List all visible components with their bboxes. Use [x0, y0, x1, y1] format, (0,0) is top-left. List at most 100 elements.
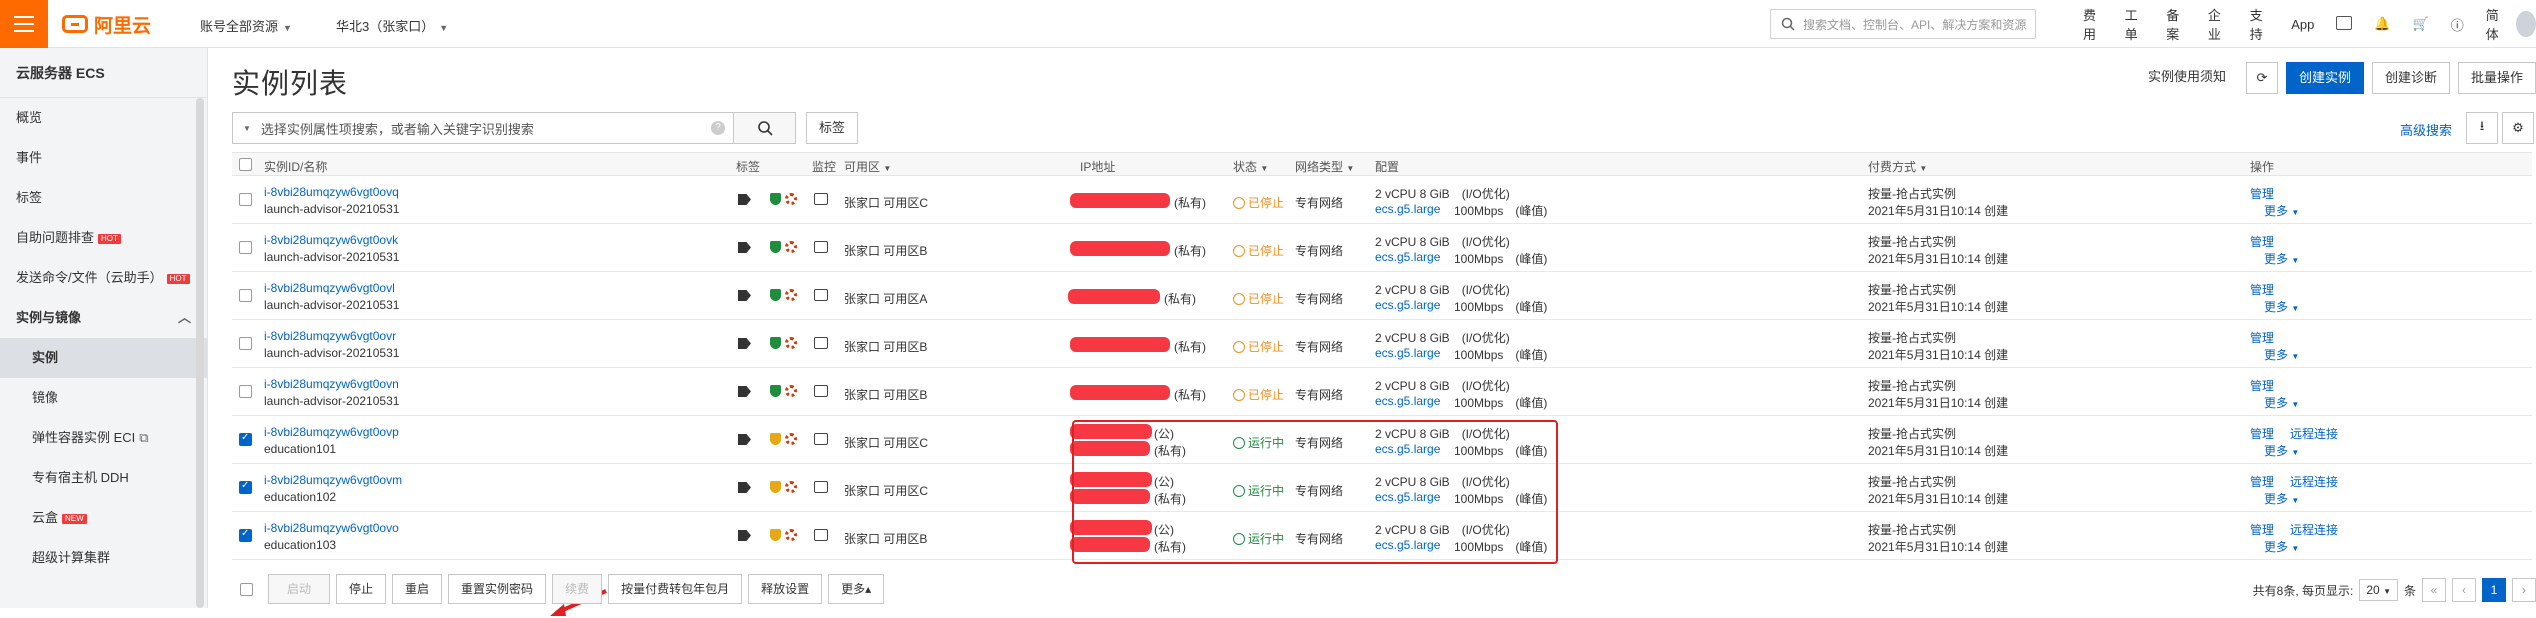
region-selector[interactable]: 华北3（张家口） ▼ — [336, 16, 448, 35]
monitor-icon[interactable] — [814, 481, 828, 493]
tag-icon[interactable] — [738, 242, 751, 253]
start-button[interactable]: 启动 — [268, 574, 331, 604]
tag-icon[interactable] — [738, 530, 751, 541]
topbar-link-enterprise[interactable]: 企业 — [2197, 5, 2239, 43]
shield-icon[interactable] — [770, 481, 781, 493]
menu-icon[interactable] — [0, 0, 48, 48]
monitor-icon[interactable] — [814, 433, 828, 445]
row-checkbox[interactable] — [239, 241, 252, 254]
instance-type-link[interactable]: ecs.g5.large — [1375, 346, 1440, 360]
plugin-icon[interactable] — [785, 385, 797, 397]
manage-link[interactable]: 管理 — [2250, 425, 2274, 442]
instance-type-link[interactable]: ecs.g5.large — [1375, 202, 1440, 216]
sidebar-item-images[interactable]: 镜像 — [0, 378, 207, 418]
column-header-network[interactable]: 网络类型 ▼ — [1295, 158, 1354, 175]
remote-connect-link[interactable]: 远程连接 — [2290, 425, 2338, 442]
plugin-icon[interactable] — [785, 337, 797, 349]
tag-filter-button[interactable]: 标签 — [806, 112, 859, 144]
topbar-link-billing[interactable]: 费用 — [2072, 5, 2114, 43]
topbar-link-icp[interactable]: 备案 — [2155, 5, 2197, 43]
topbar-link-support[interactable]: 支持 — [2239, 5, 2281, 43]
renew-button[interactable]: 续费 — [552, 574, 603, 604]
sidebar-item-cloud-assistant[interactable]: 发送命令/文件（云助手） HOT — [0, 258, 207, 298]
topbar-link-app[interactable]: App — [2280, 17, 2325, 32]
column-header-zone[interactable]: 可用区 ▼ — [844, 158, 891, 175]
monitor-icon[interactable] — [814, 241, 828, 253]
sidebar-item-troubleshoot[interactable]: 自助问题排查 HOT — [0, 218, 207, 258]
refresh-button[interactable]: ⟳ — [2245, 62, 2278, 94]
row-checkbox[interactable] — [239, 480, 252, 494]
instance-id-link[interactable]: i-8vbi28umqzyw6vgt0ovq — [264, 185, 399, 199]
next-page-button[interactable]: › — [2512, 578, 2536, 602]
sidebar-group-instances-images[interactable]: 实例与镜像 ︿ — [0, 298, 207, 338]
select-all-checkbox[interactable] — [239, 158, 252, 171]
row-checkbox[interactable] — [239, 432, 252, 446]
plugin-icon[interactable] — [785, 289, 797, 301]
screen-icon[interactable] — [2325, 15, 2363, 33]
sidebar-scrollbar[interactable] — [196, 98, 204, 608]
sidebar-item-overview[interactable]: 概览 — [0, 98, 207, 138]
settings-button[interactable]: ⚙ — [2502, 112, 2534, 144]
plugin-icon[interactable] — [785, 193, 797, 205]
tag-icon[interactable] — [738, 386, 751, 397]
batch-operation-button[interactable]: 批量操作 — [2457, 62, 2536, 94]
restart-button[interactable]: 重启 — [392, 574, 443, 604]
advanced-search-link[interactable]: 高级搜索 — [2400, 120, 2452, 139]
footer-select-all-checkbox[interactable] — [240, 583, 253, 596]
more-dropdown[interactable]: 更多 ▼ — [2264, 394, 2299, 411]
sidebar-item-cloudbox[interactable]: 云盒 NEW — [0, 498, 207, 538]
instance-id-link[interactable]: i-8vbi28umqzyw6vgt0ovl — [264, 281, 395, 295]
remote-connect-link[interactable]: 远程连接 — [2290, 521, 2338, 538]
help-icon[interactable]: ? — [711, 121, 725, 135]
sidebar-item-scc[interactable]: 超级计算集群 — [0, 538, 207, 578]
plugin-icon[interactable] — [785, 481, 797, 493]
remote-connect-link[interactable]: 远程连接 — [2290, 473, 2338, 490]
first-page-button[interactable]: « — [2422, 578, 2446, 602]
tag-icon[interactable] — [738, 338, 751, 349]
plugin-icon[interactable] — [785, 433, 797, 445]
page-number-button[interactable]: 1 — [2482, 578, 2506, 602]
more-dropdown[interactable]: 更多 ▼ — [2264, 250, 2299, 267]
create-diagnosis-button[interactable]: 创建诊断 — [2371, 62, 2450, 94]
manage-link[interactable]: 管理 — [2250, 329, 2274, 346]
download-button[interactable]: ⭳ — [2466, 112, 2498, 144]
release-settings-button[interactable]: 释放设置 — [748, 574, 823, 604]
instance-id-link[interactable]: i-8vbi28umqzyw6vgt0ovm — [264, 473, 402, 487]
prev-page-button[interactable]: ‹ — [2452, 578, 2476, 602]
cart-icon[interactable]: 🛒 — [2402, 16, 2440, 32]
more-dropdown[interactable]: 更多 ▼ — [2264, 490, 2299, 507]
shield-icon[interactable] — [770, 529, 781, 541]
monitor-icon[interactable] — [814, 529, 828, 541]
account-scope-selector[interactable]: 账号全部资源 ▼ — [200, 16, 292, 35]
more-actions-button[interactable]: 更多▴ — [828, 574, 885, 604]
manage-link[interactable]: 管理 — [2250, 377, 2274, 394]
instance-filter-input[interactable]: ▼ 选择实例属性项搜索，或者输入关键字识别搜索 ? — [232, 112, 734, 144]
shield-icon[interactable] — [770, 241, 781, 253]
language-selector[interactable]: 简体 — [2475, 5, 2517, 43]
instance-type-link[interactable]: ecs.g5.large — [1375, 250, 1440, 264]
tag-icon[interactable] — [738, 482, 751, 493]
monitor-icon[interactable] — [814, 193, 828, 205]
more-dropdown[interactable]: 更多 ▼ — [2264, 538, 2299, 555]
reset-password-button[interactable]: 重置实例密码 — [448, 574, 547, 604]
more-dropdown[interactable]: 更多 ▼ — [2264, 298, 2299, 315]
sidebar-item-eci[interactable]: 弹性容器实例 ECI ⧉ — [0, 418, 207, 458]
shield-icon[interactable] — [770, 193, 781, 205]
aliyun-logo[interactable]: 阿里云 — [62, 12, 151, 37]
column-header-status[interactable]: 状态 ▼ — [1233, 158, 1268, 175]
tag-icon[interactable] — [738, 290, 751, 301]
instance-id-link[interactable]: i-8vbi28umqzyw6vgt0ovk — [264, 233, 398, 247]
plugin-icon[interactable] — [785, 241, 797, 253]
manage-link[interactable]: 管理 — [2250, 281, 2274, 298]
more-dropdown[interactable]: 更多 ▼ — [2264, 442, 2299, 459]
shield-icon[interactable] — [770, 433, 781, 445]
manage-link[interactable]: 管理 — [2250, 521, 2274, 538]
monitor-icon[interactable] — [814, 385, 828, 397]
shield-icon[interactable] — [770, 289, 781, 301]
sidebar-item-tags[interactable]: 标签 — [0, 178, 207, 218]
monitor-icon[interactable] — [814, 289, 828, 301]
tag-icon[interactable] — [738, 434, 751, 445]
column-header-billing[interactable]: 付费方式 ▼ — [1868, 158, 1927, 175]
row-checkbox[interactable] — [239, 337, 252, 350]
topbar-link-ticket[interactable]: 工单 — [2114, 5, 2156, 43]
